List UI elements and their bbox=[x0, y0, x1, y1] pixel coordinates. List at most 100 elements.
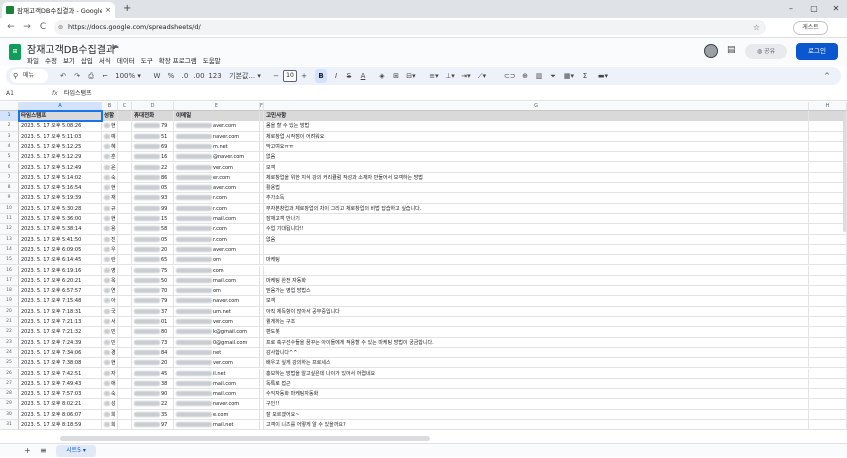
cell-blank[interactable] bbox=[809, 296, 847, 307]
cell-name[interactable]: 윤 bbox=[102, 162, 118, 173]
cell-phone[interactable]: 86 bbox=[132, 172, 174, 183]
menu-extensions[interactable]: 확장 프로그램 bbox=[159, 55, 197, 65]
cell-memo[interactable]: 몸을 할 수 있는 방법 bbox=[264, 121, 809, 132]
collapse-toolbar-icon[interactable]: ^ bbox=[822, 67, 832, 85]
font-size-increase-button[interactable]: + bbox=[300, 67, 308, 85]
cell-name[interactable]: 진 bbox=[102, 234, 118, 245]
menu-edit[interactable]: 수정 bbox=[45, 55, 57, 65]
cell-name[interactable]: 규 bbox=[102, 203, 118, 214]
percent-button[interactable]: % bbox=[166, 67, 176, 85]
row-header[interactable]: 27 bbox=[0, 378, 19, 390]
cell-blank[interactable] bbox=[809, 368, 847, 379]
column-header-e[interactable]: E bbox=[174, 102, 260, 111]
cell-timestamp[interactable]: 2023. 5. 17 오후 7:21:13 bbox=[19, 317, 102, 327]
row-header[interactable]: 1 bbox=[0, 111, 19, 122]
cell-email[interactable]: mail.com bbox=[174, 378, 260, 389]
cell-blank[interactable] bbox=[118, 244, 132, 255]
cell-memo[interactable]: 고객이 니즈를 어떻게 알 수 있을까요? bbox=[264, 420, 809, 430]
row-header[interactable]: 31 bbox=[0, 420, 19, 431]
input-tools-icon[interactable]: ▬▾ bbox=[596, 67, 610, 85]
cell-name[interactable]: 애 bbox=[102, 378, 118, 389]
cell-phone[interactable]: 38 bbox=[132, 378, 174, 389]
cell-phone[interactable]: 65 bbox=[132, 255, 174, 266]
cell-timestamp[interactable]: 2023. 5. 17 오후 8:06:07 bbox=[19, 409, 102, 420]
functions-icon[interactable]: Σ bbox=[580, 67, 590, 85]
cell-memo[interactable]: 없음 bbox=[264, 152, 809, 163]
row-header[interactable]: 22 bbox=[0, 327, 19, 338]
cell-timestamp[interactable]: 2023. 5. 17 오후 5:08:26 bbox=[19, 121, 102, 132]
cell-phone[interactable]: 20 bbox=[132, 244, 174, 255]
horizontal-align-icon[interactable]: ≡▾ bbox=[428, 67, 440, 85]
cell-blank[interactable] bbox=[809, 121, 847, 132]
cell-timestamp[interactable]: 2023. 5. 17 오후 7:49:43 bbox=[19, 378, 102, 389]
vertical-scrollbar[interactable] bbox=[843, 112, 846, 232]
row-header[interactable]: 24 bbox=[0, 347, 19, 359]
cell-phone[interactable]: 69 bbox=[132, 141, 174, 152]
cell-timestamp[interactable]: 2023. 5. 17 오후 7:38:08 bbox=[19, 358, 102, 369]
new-tab-button[interactable]: + bbox=[123, 2, 131, 16]
menu-format[interactable]: 서식 bbox=[99, 55, 111, 65]
header-phone[interactable]: 휴대전화 bbox=[132, 111, 174, 121]
vertical-align-icon[interactable]: ⊥▾ bbox=[444, 67, 456, 85]
cell-email[interactable]: il.net bbox=[174, 368, 260, 379]
cell-timestamp[interactable]: 2023. 5. 17 오후 6:19:16 bbox=[19, 265, 102, 276]
cell-memo[interactable]: 수업 기대됩니다!! bbox=[264, 224, 809, 235]
cell-phone[interactable]: 01 bbox=[132, 317, 174, 327]
cell-blank[interactable] bbox=[809, 244, 847, 255]
cell-email[interactable]: r.com bbox=[174, 193, 260, 204]
cell-blank[interactable] bbox=[118, 347, 132, 358]
cell-name[interactable]: 성 bbox=[102, 399, 118, 410]
cell-blank[interactable] bbox=[118, 389, 132, 400]
cell-phone[interactable]: 51 bbox=[132, 131, 174, 142]
column-header-c[interactable]: C bbox=[118, 102, 132, 111]
column-header-d[interactable]: D bbox=[132, 102, 174, 111]
cell-memo[interactable]: 잠재고객 만나기 bbox=[264, 214, 809, 224]
cell-email[interactable]: net bbox=[174, 347, 260, 358]
row-header[interactable]: 18 bbox=[0, 286, 19, 297]
row-header[interactable]: 19 bbox=[0, 296, 19, 307]
cell-name[interactable]: 희 bbox=[102, 409, 118, 420]
undo-icon[interactable]: ↶ bbox=[58, 67, 68, 85]
row-header[interactable]: 25 bbox=[0, 358, 19, 369]
cell-blank[interactable] bbox=[118, 141, 132, 152]
cell-phone[interactable]: 16 bbox=[132, 152, 174, 163]
cell-timestamp[interactable]: 2023. 5. 17 오후 6:14:45 bbox=[19, 255, 102, 266]
cell-memo[interactable]: 믿음가는 영업 방법스 bbox=[264, 286, 809, 297]
cell-timestamp[interactable]: 2023. 5. 17 오후 7:24:39 bbox=[19, 337, 102, 348]
cell-phone[interactable]: 80 bbox=[132, 327, 174, 338]
row-header[interactable]: 6 bbox=[0, 162, 19, 173]
cell-memo[interactable]: 퀼게하는 구조 bbox=[264, 317, 809, 327]
bookmark-star-icon[interactable]: ☆ bbox=[753, 20, 760, 35]
cell-phone[interactable]: 05 bbox=[132, 234, 174, 245]
cell-blank[interactable] bbox=[118, 193, 132, 204]
cell-name[interactable]: 현 bbox=[102, 121, 118, 132]
back-button[interactable]: ← bbox=[4, 20, 18, 34]
cell-email[interactable]: um.net bbox=[174, 306, 260, 317]
cell-blank[interactable] bbox=[809, 203, 847, 214]
cell-memo[interactable]: 잘 모르겠어요~ bbox=[264, 409, 809, 420]
cell-blank[interactable] bbox=[809, 275, 847, 286]
cell-blank[interactable] bbox=[118, 162, 132, 173]
cell-email[interactable]: k@gmail.com bbox=[174, 327, 260, 338]
guest-profile-button[interactable]: 게스트 bbox=[793, 21, 828, 35]
cell-blank[interactable] bbox=[118, 183, 132, 194]
cell-name[interactable]: 우 bbox=[102, 244, 118, 255]
cell-name[interactable]: 경 bbox=[102, 347, 118, 358]
print-icon[interactable]: ⎙ bbox=[86, 67, 96, 85]
cell-blank[interactable] bbox=[118, 378, 132, 389]
row-header[interactable]: 4 bbox=[0, 141, 19, 153]
comment-icon[interactable]: ▤ bbox=[727, 45, 736, 55]
cell-blank[interactable] bbox=[118, 224, 132, 235]
cell-blank[interactable] bbox=[118, 172, 132, 183]
maximize-button[interactable]: ▢ bbox=[803, 0, 825, 18]
cell-blank[interactable] bbox=[118, 409, 132, 420]
cell-blank[interactable] bbox=[809, 152, 847, 163]
cell-timestamp[interactable]: 2023. 5. 17 오후 5:41:50 bbox=[19, 234, 102, 245]
cell-memo[interactable]: 모객 bbox=[264, 162, 809, 173]
cell-timestamp[interactable]: 2023. 5. 17 오후 5:36:00 bbox=[19, 214, 102, 224]
cell-blank[interactable] bbox=[809, 306, 847, 317]
cell-timestamp[interactable]: 2023. 5. 17 오후 5:12:49 bbox=[19, 162, 102, 173]
cell-email[interactable]: mail.com bbox=[174, 214, 260, 224]
cell-memo[interactable]: 아직 체득항이 많아서 공부중입니다 bbox=[264, 306, 809, 317]
menu-insert[interactable]: 삽입 bbox=[81, 55, 93, 65]
